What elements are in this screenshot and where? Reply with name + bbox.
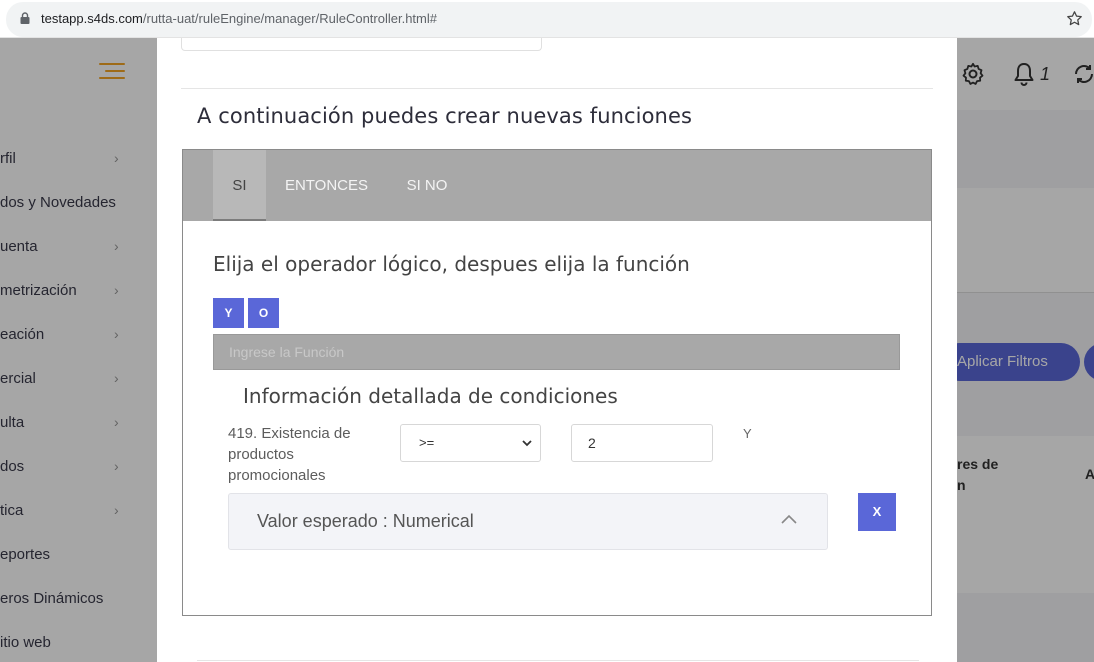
tab-bar: SI ENTONCES SI NO bbox=[183, 150, 931, 221]
browser-address-bar: testapp.s4ds.com/rutta-uat/ruleEngine/ma… bbox=[0, 0, 1094, 38]
app-background: 1 rfil › dos y Novedades uenta › metrización ›… bbox=[0, 38, 1094, 662]
divider bbox=[181, 88, 933, 89]
and-operator-button[interactable]: Y bbox=[213, 298, 244, 328]
function-builder: SI ENTONCES SI NO Elija el operador lógi… bbox=[182, 149, 932, 616]
tab-si[interactable]: SI bbox=[213, 150, 266, 221]
expected-value-text: Valor esperado : Numerical bbox=[257, 511, 474, 531]
function-input[interactable] bbox=[213, 334, 900, 370]
tab-si-no[interactable]: SI NO bbox=[403, 150, 451, 221]
section-title: A continuación puedes crear nuevas funci… bbox=[197, 104, 693, 128]
lock-icon bbox=[20, 12, 30, 24]
operator-select-value: >= bbox=[419, 435, 435, 450]
chevron-up-icon[interactable] bbox=[780, 513, 798, 525]
operator-select[interactable]: >= bbox=[400, 424, 541, 462]
condition-value-input[interactable] bbox=[571, 424, 713, 462]
or-operator-button[interactable]: O bbox=[248, 298, 279, 328]
condition-details-heading: Información detallada de condiciones bbox=[243, 384, 618, 408]
rule-modal: A continuación puedes crear nuevas funci… bbox=[157, 38, 957, 662]
url-host: testapp.s4ds.com bbox=[41, 11, 143, 26]
condition-name: 419. Existencia de productos promocional… bbox=[228, 425, 351, 484]
remove-condition-button[interactable]: X bbox=[858, 493, 896, 531]
previous-input[interactable] bbox=[181, 38, 542, 51]
condition-logic-label: Y bbox=[743, 426, 752, 441]
expected-value-accordion[interactable]: Valor esperado : Numerical bbox=[228, 493, 828, 550]
bookmark-star-icon[interactable] bbox=[1066, 10, 1083, 27]
divider bbox=[197, 660, 919, 661]
operator-heading: Elija el operador lógico, despues elija … bbox=[213, 252, 690, 276]
chevron-down-icon bbox=[521, 425, 533, 475]
tab-entonces[interactable]: ENTONCES bbox=[283, 150, 370, 221]
url-path: /rutta-uat/ruleEngine/manager/RuleContro… bbox=[142, 11, 437, 26]
url-text[interactable]: testapp.s4ds.com/rutta-uat/ruleEngine/ma… bbox=[41, 11, 437, 26]
